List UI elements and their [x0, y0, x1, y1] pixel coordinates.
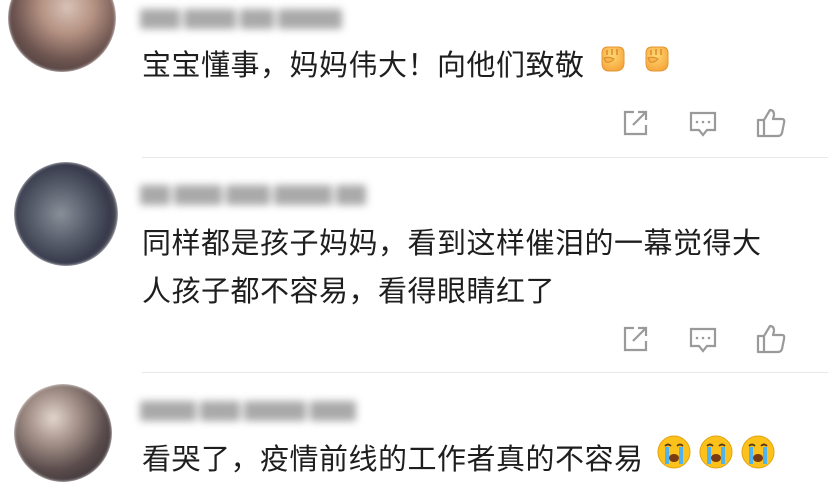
- share-icon[interactable]: [618, 322, 654, 358]
- username[interactable]: [140, 182, 370, 208]
- avatar[interactable]: [8, 0, 116, 72]
- crying-face-emoji: [656, 434, 692, 483]
- like-icon[interactable]: [754, 322, 790, 358]
- comment-text: 宝宝懂事，妈妈伟大！向他们致敬: [142, 42, 673, 91]
- username[interactable]: [140, 398, 380, 424]
- comment-actions: [614, 322, 804, 362]
- like-icon[interactable]: [754, 106, 790, 142]
- username[interactable]: [140, 6, 370, 32]
- comment-item: 看哭了，疫情前线的工作者真的不容易: [0, 374, 828, 500]
- comment-text-line: 同样都是孩子妈妈，看到这样催泪的一幕觉得大: [142, 226, 762, 260]
- divider: [142, 372, 828, 373]
- crying-face-emoji: [740, 434, 776, 483]
- avatar[interactable]: [14, 384, 112, 482]
- avatar[interactable]: [14, 162, 118, 266]
- comment-text-line: 人孩子都不容易，看得眼睛红了: [142, 274, 556, 308]
- fist-emoji: [639, 41, 673, 88]
- comment-item: 同样都是孩子妈妈，看到这样催泪的一幕觉得大 人孩子都不容易，看得眼睛红了: [0, 158, 828, 374]
- fist-emoji: [595, 41, 629, 88]
- share-icon[interactable]: [618, 106, 654, 142]
- reply-icon[interactable]: [686, 106, 722, 142]
- comment-text: 看哭了，疫情前线的工作者真的不容易: [142, 434, 776, 486]
- crying-face-emoji: [698, 434, 734, 483]
- comment-item: 宝宝懂事，妈妈伟大！向他们致敬: [0, 0, 828, 158]
- comment-actions: [614, 106, 804, 146]
- comment-text: 同样都是孩子妈妈，看到这样催泪的一幕觉得大 人孩子都不容易，看得眼睛红了: [142, 220, 762, 314]
- reply-icon[interactable]: [686, 322, 722, 358]
